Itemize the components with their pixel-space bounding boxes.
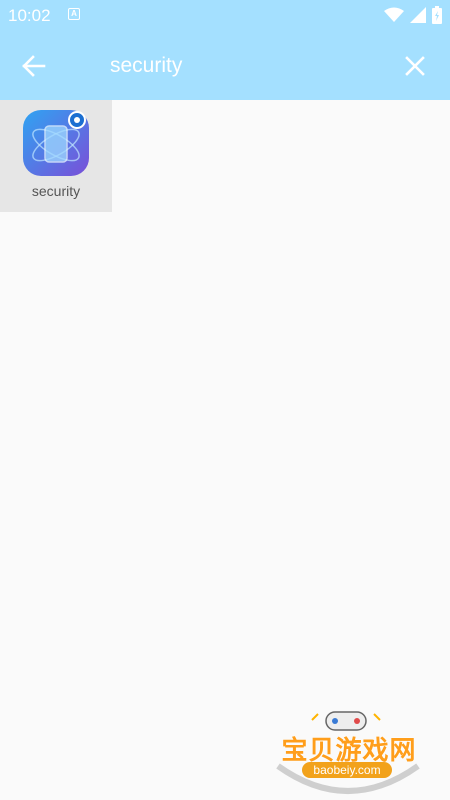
arrow-back-icon [22,55,46,77]
back-button[interactable] [18,50,52,82]
status-time: 10:02 [8,6,51,25]
clear-search-button[interactable] [400,50,430,82]
search-toolbar [0,32,450,100]
app-result-label: security [31,183,81,199]
watermark-url: baobeiy.com [302,762,392,778]
watermark-logo: 宝贝游戏网 baobeiy.com [268,706,428,796]
signal-icon [410,7,426,23]
status-bar: 10:02 A [0,0,450,32]
search-input[interactable] [98,48,402,84]
battery-icon [432,6,442,24]
security-app-icon [23,110,89,176]
notification-a-icon: A [68,8,80,20]
wifi-icon [384,7,404,22]
close-icon [405,56,425,76]
app-result-security[interactable]: security [0,100,112,212]
status-icons [384,6,442,24]
